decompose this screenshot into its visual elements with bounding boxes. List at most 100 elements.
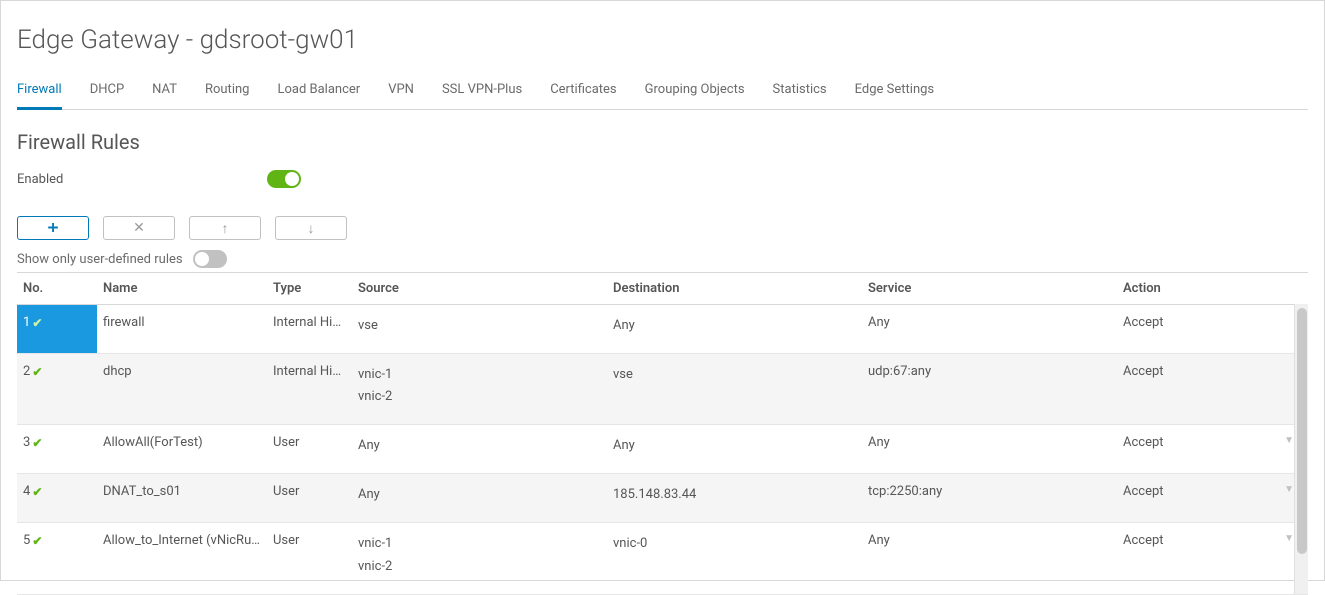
cell-name: DNAT_to_s01 (97, 474, 267, 523)
col-service[interactable]: Service (862, 273, 1117, 305)
cell-service: Any (862, 425, 1117, 474)
cell-source: Any (352, 474, 607, 523)
cell-destination: Any (607, 425, 862, 474)
tab-edge-settings[interactable]: Edge Settings (855, 76, 935, 110)
page-title: Edge Gateway - gdsroot-gw01 (17, 25, 1308, 55)
cell-no: 5✔ (17, 523, 97, 594)
cell-action: Accept (1117, 305, 1308, 354)
arrow-down-icon: ↓ (308, 220, 315, 237)
tab-ssl-vpn-plus[interactable]: SSL VPN-Plus (442, 76, 522, 110)
action-label: Accept (1123, 364, 1164, 379)
cell-destination: Any (607, 305, 862, 354)
chevron-down-icon[interactable]: ▼ (1284, 435, 1294, 446)
chevron-down-icon[interactable]: ▼ (1284, 533, 1294, 544)
filter-toggle[interactable] (193, 250, 227, 268)
cell-service: Any (862, 523, 1117, 594)
scroll-thumb[interactable] (1297, 308, 1307, 554)
rules-table: No. Name Type Source Destination Service… (17, 272, 1308, 595)
cell-type: Internal High (267, 305, 352, 354)
chevron-down-icon[interactable]: ▼ (1284, 484, 1294, 495)
row-number: 1 (23, 315, 30, 330)
tab-statistics[interactable]: Statistics (773, 76, 827, 110)
tab-firewall[interactable]: Firewall (17, 76, 62, 110)
cell-no: 1✔ (17, 305, 97, 354)
tab-nat[interactable]: NAT (152, 76, 177, 110)
plus-icon: ➕︎ (48, 220, 59, 236)
filter-label: Show only user-defined rules (17, 252, 183, 267)
cell-service: udp:67:any (862, 354, 1117, 425)
enabled-row: Enabled (17, 170, 1308, 188)
section-title: Firewall Rules (17, 130, 1308, 154)
move-up-button[interactable]: ↑ (189, 216, 261, 240)
cell-no: 3✔ (17, 425, 97, 474)
rules-tbody: 1✔firewallInternal HighvseAnyAnyAccept2✔… (17, 305, 1308, 595)
cell-type: User (267, 523, 352, 594)
check-icon: ✔ (32, 365, 42, 379)
cell-no: 2✔ (17, 354, 97, 425)
cell-no: 4✔ (17, 474, 97, 523)
tab-certificates[interactable]: Certificates (550, 76, 616, 110)
move-down-button[interactable]: ↓ (275, 216, 347, 240)
vertical-scrollbar[interactable] (1294, 304, 1308, 594)
toggle-knob (285, 172, 299, 186)
tab-grouping-objects[interactable]: Grouping Objects (645, 76, 745, 110)
cell-action: Accept ▼ (1117, 474, 1308, 523)
check-icon: ✔ (32, 316, 42, 330)
cell-source: vnic-1vnic-2 (352, 523, 607, 594)
row-number: 3 (23, 435, 30, 450)
row-number: 5 (23, 533, 30, 548)
toolbar: ➕︎ ✕ ↑ ↓ (17, 216, 1308, 240)
cell-action: Accept ▼ (1117, 523, 1308, 594)
col-type[interactable]: Type (267, 273, 352, 305)
cell-source: vse (352, 305, 607, 354)
action-label: Accept (1123, 533, 1164, 548)
check-icon: ✔ (32, 485, 42, 499)
enabled-label: Enabled (17, 172, 267, 187)
check-icon: ✔ (32, 534, 42, 548)
table-header-row: No. Name Type Source Destination Service… (17, 273, 1308, 305)
cell-source: vnic-1vnic-2 (352, 354, 607, 425)
filter-row: Show only user-defined rules (17, 250, 1308, 268)
col-no[interactable]: No. (17, 273, 97, 305)
toggle-knob (195, 252, 209, 266)
cell-service: Any (862, 305, 1117, 354)
cell-type: User (267, 425, 352, 474)
cell-service: tcp:2250:any (862, 474, 1117, 523)
cell-type: Internal High (267, 354, 352, 425)
add-button[interactable]: ➕︎ (17, 216, 89, 240)
tabs: Firewall DHCP NAT Routing Load Balancer … (17, 75, 1308, 110)
row-number: 4 (23, 484, 30, 499)
tab-vpn[interactable]: VPN (388, 76, 414, 110)
action-label: Accept (1123, 435, 1164, 450)
col-action[interactable]: Action (1117, 273, 1308, 305)
cell-action: Accept ▼ (1117, 425, 1308, 474)
cell-name: Allow_to_Internet (vNicRules) (97, 523, 267, 594)
close-icon: ✕ (133, 220, 145, 236)
arrow-up-icon: ↑ (222, 220, 229, 237)
cell-action: Accept (1117, 354, 1308, 425)
cell-name: dhcp (97, 354, 267, 425)
rules-table-wrap: No. Name Type Source Destination Service… (17, 272, 1308, 595)
check-icon: ✔ (32, 436, 42, 450)
page-frame: Edge Gateway - gdsroot-gw01 Firewall DHC… (0, 0, 1325, 581)
row-number: 2 (23, 364, 30, 379)
col-source[interactable]: Source (352, 273, 607, 305)
tab-load-balancer[interactable]: Load Balancer (277, 76, 360, 110)
tab-routing[interactable]: Routing (205, 76, 249, 110)
cell-source: Any (352, 425, 607, 474)
cell-destination: 185.148.83.44 (607, 474, 862, 523)
enabled-toggle[interactable] (267, 170, 301, 188)
table-row[interactable]: 2✔dhcpInternal Highvnic-1vnic-2vseudp:67… (17, 354, 1308, 425)
cell-name: AllowAll(ForTest) (97, 425, 267, 474)
cell-name: firewall (97, 305, 267, 354)
table-row[interactable]: 1✔firewallInternal HighvseAnyAnyAccept (17, 305, 1308, 354)
col-name[interactable]: Name (97, 273, 267, 305)
table-row[interactable]: 4✔DNAT_to_s01UserAny185.148.83.44tcp:225… (17, 474, 1308, 523)
col-destination[interactable]: Destination (607, 273, 862, 305)
cell-destination: vse (607, 354, 862, 425)
table-row[interactable]: 5✔Allow_to_Internet (vNicRules)Uservnic-… (17, 523, 1308, 594)
delete-button[interactable]: ✕ (103, 216, 175, 240)
table-row[interactable]: 3✔AllowAll(ForTest)UserAnyAnyAnyAccept▼ (17, 425, 1308, 474)
action-label: Accept (1123, 484, 1164, 499)
tab-dhcp[interactable]: DHCP (90, 76, 124, 110)
